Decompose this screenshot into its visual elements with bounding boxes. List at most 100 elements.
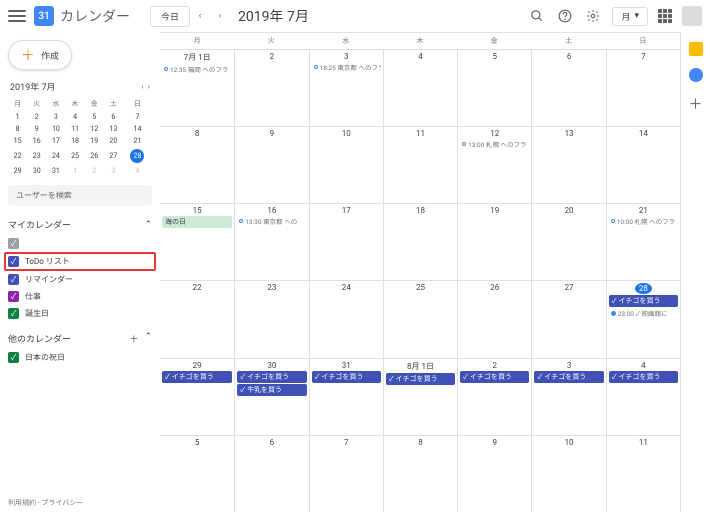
mini-day[interactable]: 25 — [65, 147, 84, 165]
keep-icon[interactable] — [689, 42, 703, 56]
view-selector[interactable]: 月▾ — [612, 7, 648, 26]
help-icon[interactable] — [556, 7, 574, 25]
mini-day[interactable]: 2 — [85, 165, 104, 177]
day-cell[interactable]: 2イチゴを買う — [457, 358, 531, 435]
day-cell[interactable]: 6 — [234, 435, 308, 512]
day-cell[interactable]: 15海の日 — [160, 203, 234, 280]
mini-day[interactable]: 1 — [65, 165, 84, 177]
my-calendars-toggle[interactable]: マイカレンダー⌃ — [8, 218, 152, 231]
day-cell[interactable]: 5 — [457, 49, 531, 126]
mini-day[interactable]: 31 — [46, 165, 65, 177]
day-cell[interactable]: 9 — [457, 435, 531, 512]
day-cell[interactable]: 17 — [309, 203, 383, 280]
day-cell[interactable]: 8 — [383, 435, 457, 512]
task-event[interactable]: イチゴを買う — [162, 371, 232, 383]
create-button[interactable]: ＋作成 — [8, 40, 72, 70]
task-event[interactable]: イチゴを買う — [386, 373, 455, 385]
mini-day[interactable]: 2 — [27, 111, 46, 123]
calendar-checkbox[interactable] — [8, 274, 19, 285]
mini-day[interactable]: 28 — [123, 147, 152, 165]
day-cell[interactable]: 9 — [234, 126, 308, 203]
day-cell[interactable]: 24 — [309, 280, 383, 357]
mini-day[interactable]: 8 — [8, 123, 27, 135]
day-cell[interactable]: 23 — [234, 280, 308, 357]
timed-event[interactable]: 13:30 東京都 への — [237, 216, 306, 226]
day-cell[interactable]: 2110:00 札幌 へのフラ — [606, 203, 680, 280]
prev-month-icon[interactable]: ‹ — [190, 6, 210, 26]
day-cell[interactable]: 318:25 東京都 へのフラ — [309, 49, 383, 126]
day-cell[interactable]: 2 — [234, 49, 308, 126]
calendar-checkbox[interactable] — [8, 256, 19, 267]
mini-day[interactable]: 11 — [65, 123, 84, 135]
mini-day[interactable]: 23 — [27, 147, 46, 165]
day-cell[interactable]: 1213:00 札幌 へのフラ — [457, 126, 531, 203]
calendar-item[interactable]: 仕事 — [8, 288, 152, 305]
day-cell[interactable]: 13 — [531, 126, 605, 203]
holiday-event[interactable]: 海の日 — [162, 216, 232, 228]
calendar-checkbox[interactable] — [8, 291, 19, 302]
day-cell[interactable]: 25 — [383, 280, 457, 357]
day-cell[interactable]: 7月 1日12:35 福岡 へのフラ — [160, 49, 234, 126]
mini-day[interactable]: 24 — [46, 147, 65, 165]
mini-day[interactable]: 20 — [104, 135, 123, 147]
addons-plus-icon[interactable]: ＋ — [689, 94, 703, 114]
mini-day[interactable]: 18 — [65, 135, 84, 147]
day-cell[interactable]: 7 — [309, 435, 383, 512]
day-cell[interactable]: 10 — [309, 126, 383, 203]
mini-day[interactable]: 5 — [85, 111, 104, 123]
day-cell[interactable]: 18 — [383, 203, 457, 280]
task-event[interactable]: イチゴを買う — [609, 371, 678, 383]
mini-day[interactable]: 12 — [85, 123, 104, 135]
day-cell[interactable]: 29イチゴを買う — [160, 358, 234, 435]
timed-event[interactable]: 10:00 札幌 へのフラ — [609, 216, 678, 226]
day-cell[interactable]: 26 — [457, 280, 531, 357]
mini-day[interactable]: 16 — [27, 135, 46, 147]
add-calendar-icon[interactable]: ＋ — [129, 332, 138, 345]
task-event[interactable]: イチゴを買う — [534, 371, 603, 383]
mini-day[interactable]: 30 — [27, 165, 46, 177]
day-cell[interactable]: 14 — [606, 126, 680, 203]
menu-icon[interactable] — [8, 7, 26, 25]
task-event[interactable]: イチゴを買う — [609, 295, 678, 307]
mini-day[interactable]: 19 — [85, 135, 104, 147]
mini-next-icon[interactable]: › — [148, 82, 150, 91]
mini-day[interactable]: 6 — [104, 111, 123, 123]
mini-day[interactable]: 4 — [65, 111, 84, 123]
day-cell[interactable]: 6 — [531, 49, 605, 126]
mini-prev-icon[interactable]: ‹ — [141, 82, 143, 91]
timed-event[interactable]: 18:25 東京都 へのフラ — [312, 62, 381, 72]
user-avatar[interactable] — [682, 6, 702, 26]
calendar-item[interactable]: ToDo リスト — [4, 252, 156, 271]
mini-day[interactable]: 3 — [104, 165, 123, 177]
tasks-icon[interactable] — [689, 68, 703, 82]
day-cell[interactable]: 11 — [383, 126, 457, 203]
calendar-checkbox[interactable] — [8, 352, 19, 363]
settings-icon[interactable] — [584, 7, 602, 25]
next-month-icon[interactable]: › — [210, 6, 230, 26]
other-calendars-toggle[interactable]: 他のカレンダー＋⌃ — [8, 332, 152, 345]
timed-event[interactable]: 12:35 福岡 へのフラ — [162, 64, 232, 74]
mini-day[interactable]: 26 — [85, 147, 104, 165]
mini-day[interactable]: 13 — [104, 123, 123, 135]
day-cell[interactable]: 4 — [383, 49, 457, 126]
footer-links[interactable]: 利用規約 - プライバシー — [8, 498, 83, 508]
mini-day[interactable]: 15 — [8, 135, 27, 147]
mini-day[interactable]: 17 — [46, 135, 65, 147]
mini-day[interactable]: 1 — [8, 111, 27, 123]
mini-day[interactable]: 9 — [27, 123, 46, 135]
day-cell[interactable]: 10 — [531, 435, 605, 512]
day-cell[interactable]: 20 — [531, 203, 605, 280]
mini-day[interactable]: 14 — [123, 123, 152, 135]
mini-day[interactable]: 10 — [46, 123, 65, 135]
day-cell[interactable]: 11 — [606, 435, 680, 512]
day-cell[interactable]: 19 — [457, 203, 531, 280]
task-event[interactable]: 牛乳を買う — [237, 384, 306, 396]
calendar-item[interactable]: 誕生日 — [8, 305, 152, 322]
mini-day[interactable]: 22 — [8, 147, 27, 165]
mini-day[interactable]: 3 — [46, 111, 65, 123]
calendar-checkbox[interactable] — [8, 308, 19, 319]
search-users-input[interactable]: ユーザーを検索 — [8, 185, 152, 206]
mini-day[interactable]: 29 — [8, 165, 27, 177]
day-cell[interactable]: 31イチゴを買う — [309, 358, 383, 435]
mini-day[interactable]: 27 — [104, 147, 123, 165]
